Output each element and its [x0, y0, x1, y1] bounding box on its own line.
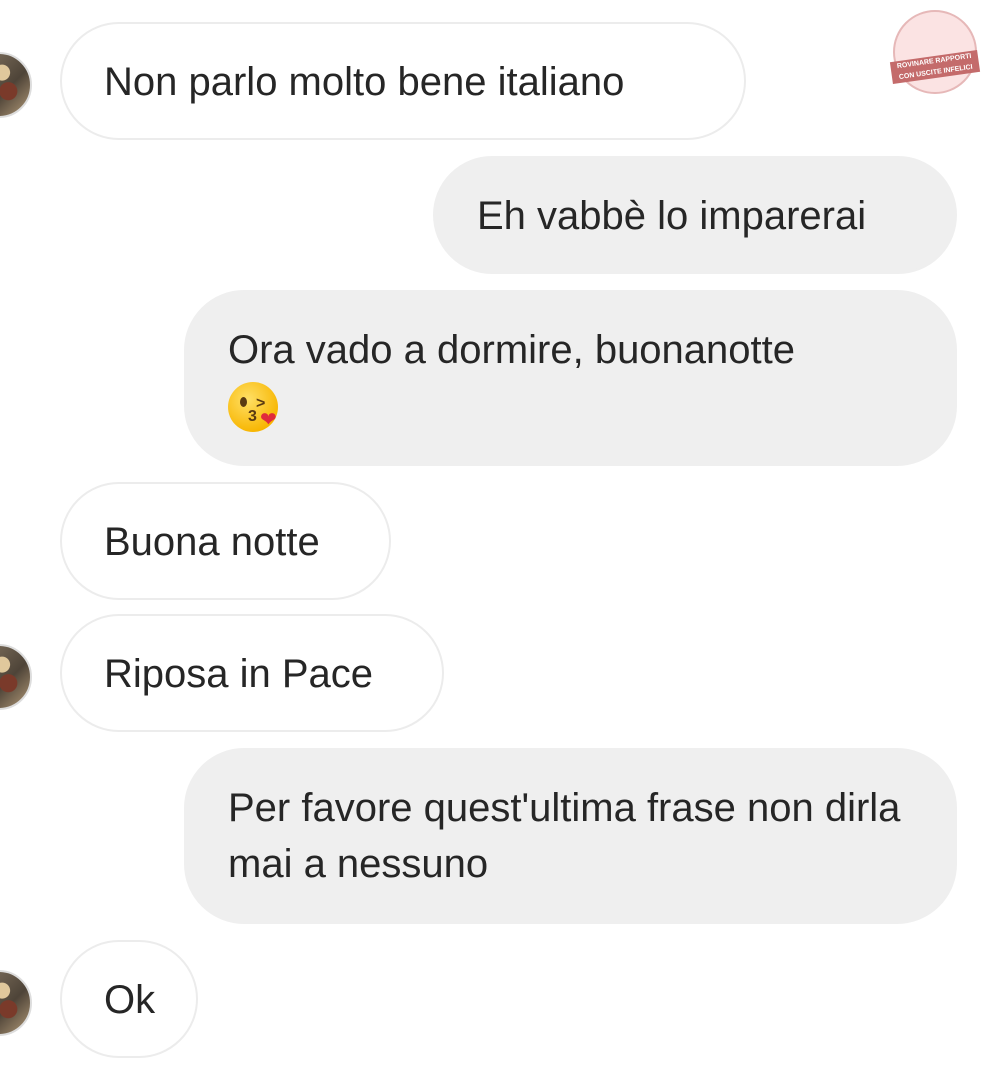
message-text: Riposa in Pace	[104, 652, 374, 696]
message-text: Ora vado a dormire, buonanotte	[228, 328, 796, 372]
message-incoming[interactable]: Buona notte	[60, 482, 391, 600]
message-outgoing[interactable]: Ora vado a dormire, buonanotte > 3 ❤	[184, 290, 957, 466]
message-text: Buona notte	[104, 520, 320, 564]
kissing-face-with-heart-icon: > 3 ❤	[228, 382, 280, 434]
message-text: Ok	[104, 978, 156, 1022]
watermark-logo: ROVINARE RAPPORTI CON USCITE INFELICI	[889, 10, 981, 94]
contact-avatar[interactable]	[0, 970, 32, 1036]
message-incoming[interactable]: Riposa in Pace	[60, 614, 444, 732]
message-text: Eh vabbè lo imparerai	[477, 194, 867, 238]
contact-avatar[interactable]	[0, 644, 32, 710]
message-incoming[interactable]: Ok	[60, 940, 198, 1058]
message-text: Non parlo molto bene italiano	[104, 60, 625, 104]
message-incoming[interactable]: Non parlo molto bene italiano	[60, 22, 746, 140]
watermark-ribbon: ROVINARE RAPPORTI CON USCITE INFELICI	[889, 49, 981, 85]
message-outgoing[interactable]: Eh vabbè lo imparerai	[433, 156, 957, 274]
message-text: Per favore quest'ultima frase non dirla …	[228, 786, 901, 886]
message-outgoing[interactable]: Per favore quest'ultima frase non dirla …	[184, 748, 957, 924]
contact-avatar[interactable]	[0, 52, 32, 118]
